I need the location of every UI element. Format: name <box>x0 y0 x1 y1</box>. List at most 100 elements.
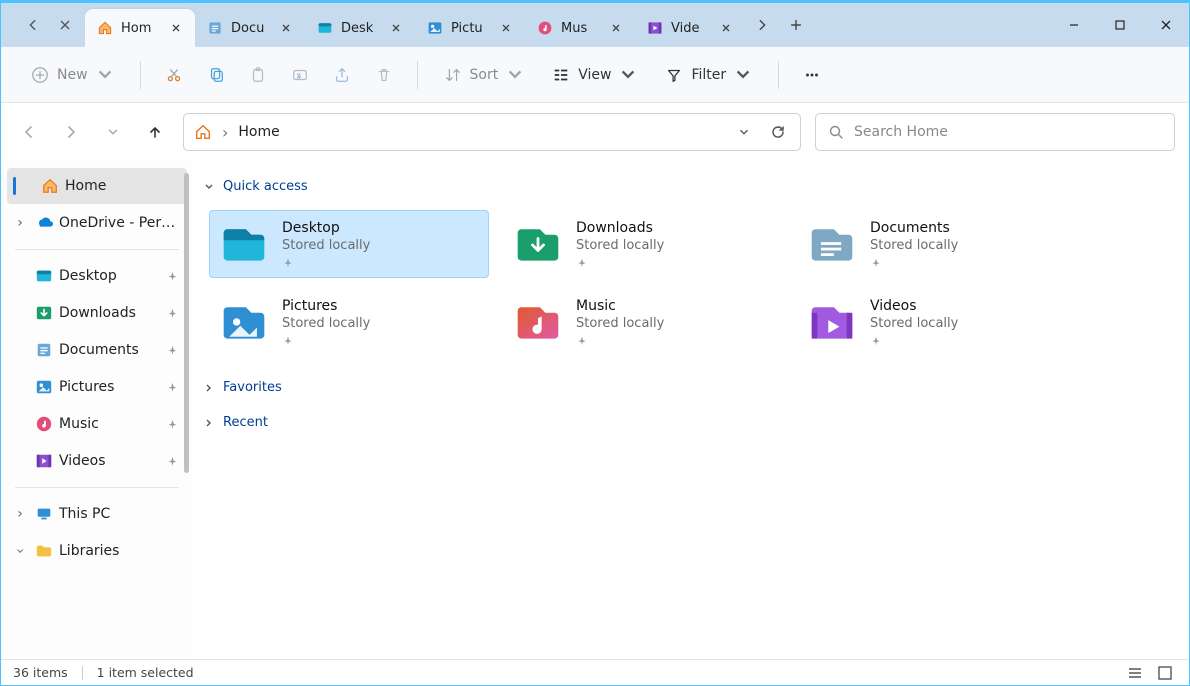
window-minimize-button[interactable] <box>1051 3 1097 47</box>
tab-close-button[interactable] <box>717 19 735 37</box>
sidebar-scrollbar[interactable] <box>184 173 189 473</box>
sort-button-label: Sort <box>470 67 499 83</box>
videos-icon <box>808 298 856 346</box>
tile-name: Downloads <box>576 219 664 237</box>
tile-desktop[interactable]: DesktopStored locally <box>209 210 489 278</box>
nav-forward-button[interactable] <box>57 118 85 146</box>
tab-music[interactable]: Mus <box>525 9 635 47</box>
chevron-down-icon <box>203 181 215 193</box>
tile-subtitle: Stored locally <box>282 238 370 255</box>
tab-videos[interactable]: Vide <box>635 9 745 47</box>
view-button-label: View <box>578 67 611 83</box>
sidebar-item-onedrive[interactable]: › OneDrive - Personal <box>7 205 187 241</box>
pin-icon <box>282 335 294 347</box>
new-button[interactable]: New <box>19 57 126 93</box>
tab-close-button[interactable] <box>277 19 295 37</box>
nav-back-button[interactable] <box>15 118 43 146</box>
address-dropdown-button[interactable] <box>732 120 756 144</box>
tabs-overflow-button[interactable] <box>745 8 779 42</box>
address-row: › Home <box>1 103 1189 161</box>
share-button[interactable] <box>323 57 361 93</box>
music-icon <box>514 298 562 346</box>
filter-button[interactable]: Filter <box>653 57 764 93</box>
tab-close-button[interactable] <box>607 19 625 37</box>
pin-icon <box>166 344 179 357</box>
search-box[interactable] <box>815 113 1175 151</box>
tile-videos[interactable]: VideosStored locally <box>797 288 1077 356</box>
tab-desktop[interactable]: Desk <box>305 9 415 47</box>
tab-label: Desk <box>341 21 379 36</box>
window-maximize-button[interactable] <box>1097 3 1143 47</box>
pin-icon <box>166 270 179 283</box>
delete-button[interactable] <box>365 57 403 93</box>
tile-subtitle: Stored locally <box>870 238 958 255</box>
tab-close-button[interactable] <box>167 19 185 37</box>
search-input[interactable] <box>854 124 1162 140</box>
nav-up-button[interactable] <box>141 118 169 146</box>
tab-bar: HomDocu Desk PictuMusVide <box>1 3 1189 47</box>
tile-music[interactable]: MusicStored locally <box>503 288 783 356</box>
details-view-button[interactable] <box>1123 663 1147 683</box>
document-icon <box>808 220 856 268</box>
chevron-right-icon[interactable]: › <box>11 215 29 231</box>
chevron-down-icon[interactable]: › <box>12 542 28 560</box>
new-tab-button[interactable] <box>779 8 813 42</box>
group-recent[interactable]: Recent <box>197 411 1185 434</box>
rename-button[interactable] <box>281 57 319 93</box>
sidebar-item-label: Pictures <box>59 379 160 395</box>
desktop-icon <box>220 220 268 268</box>
sidebar-item-label: This PC <box>59 506 179 522</box>
sidebar-item-pictures[interactable]: Pictures <box>7 369 187 405</box>
thumbnails-view-button[interactable] <box>1153 663 1177 683</box>
home-icon <box>97 20 113 36</box>
refresh-button[interactable] <box>766 120 790 144</box>
document-icon <box>207 20 223 36</box>
sidebar-item-home[interactable]: Home <box>7 168 187 204</box>
copy-button[interactable] <box>197 57 235 93</box>
sidebar-item-document[interactable]: Documents <box>7 332 187 368</box>
sidebar-item-music[interactable]: Music <box>7 406 187 442</box>
paste-button[interactable] <box>239 57 277 93</box>
chevron-right-icon[interactable]: › <box>11 506 29 522</box>
sidebar-item-downloads[interactable]: Downloads <box>7 295 187 331</box>
sidebar-item-thispc[interactable]: › This PC <box>7 496 187 532</box>
folder-icon <box>35 542 53 560</box>
tile-pictures[interactable]: PicturesStored locally <box>209 288 489 356</box>
navigation-pane: Home › OneDrive - Personal DesktopDownlo… <box>1 161 193 659</box>
sidebar-item-desktop[interactable]: Desktop <box>7 258 187 294</box>
breadcrumb-home[interactable]: Home <box>238 124 279 140</box>
cut-button[interactable] <box>155 57 193 93</box>
home-icon <box>194 123 212 141</box>
tile-name: Music <box>576 297 664 315</box>
tabs-back-button[interactable] <box>17 9 49 41</box>
desktop-icon <box>35 267 53 285</box>
tile-document[interactable]: DocumentsStored locally <box>797 210 1077 278</box>
tab-close-button[interactable] <box>497 19 515 37</box>
sidebar-item-videos[interactable]: Videos <box>7 443 187 479</box>
nav-recent-button[interactable] <box>99 118 127 146</box>
sort-button[interactable]: Sort <box>432 57 537 93</box>
group-label: Recent <box>223 415 268 430</box>
home-icon <box>41 177 59 195</box>
tab-pictures[interactable]: Pictu <box>415 9 525 47</box>
tab-close-first[interactable] <box>49 9 81 41</box>
sidebar-item-label: Home <box>65 178 179 194</box>
window-close-button[interactable] <box>1143 3 1189 47</box>
sidebar-item-label: Documents <box>59 342 160 358</box>
view-button[interactable]: View <box>540 57 649 93</box>
tile-downloads[interactable]: DownloadsStored locally <box>503 210 783 278</box>
command-bar: New Sort View Filter <box>1 47 1189 103</box>
music-icon <box>537 20 553 36</box>
tile-name: Videos <box>870 297 958 315</box>
tab-home[interactable]: Hom <box>85 9 195 47</box>
tab-close-button[interactable] <box>387 19 405 37</box>
tab-document[interactable]: Docu <box>195 9 305 47</box>
filter-button-label: Filter <box>691 67 726 83</box>
more-button[interactable] <box>793 57 831 93</box>
pin-icon <box>166 381 179 394</box>
group-quick-access[interactable]: Quick access <box>197 175 1185 198</box>
group-favorites[interactable]: Favorites <box>197 376 1185 399</box>
pictures-icon <box>427 20 443 36</box>
sidebar-item-libraries[interactable]: › Libraries <box>7 533 187 569</box>
address-bar[interactable]: › Home <box>183 113 801 151</box>
